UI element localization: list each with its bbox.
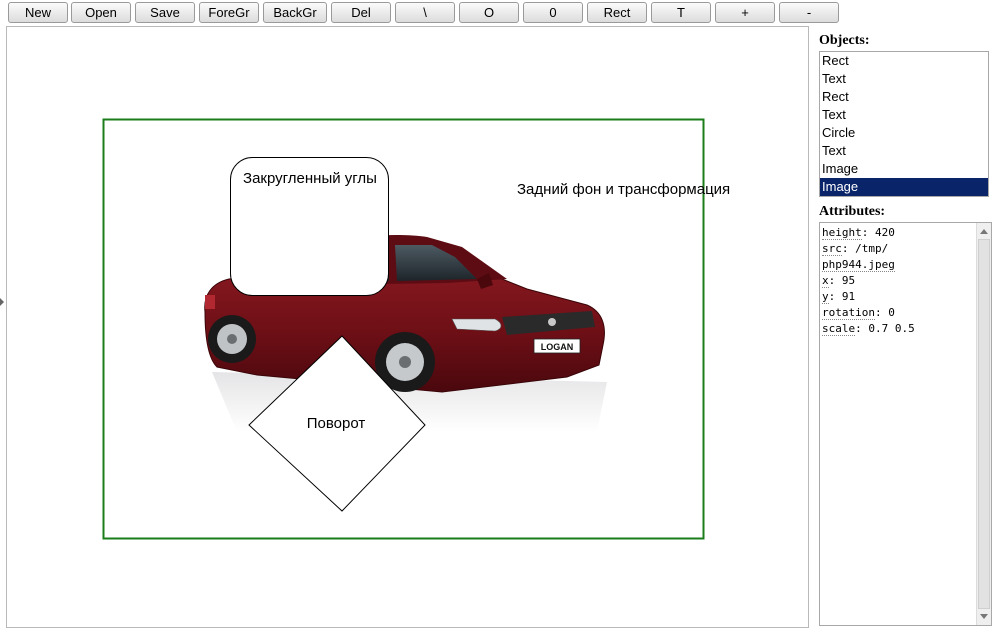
car-plate-text: LOGAN [541, 342, 574, 352]
attribute-line: height: 420 [822, 225, 975, 241]
objects-title: Objects: [819, 33, 870, 48]
objects-list[interactable]: Rect Text Rect Text Circle Text Image Im… [819, 51, 989, 197]
object-item-selected[interactable]: Image [820, 178, 988, 196]
new-button[interactable]: New [8, 2, 68, 23]
attribute-value: : 420 [861, 226, 895, 239]
object-item[interactable]: Circle [820, 124, 988, 142]
open-button[interactable]: Open [71, 2, 131, 23]
attribute-key: x [822, 274, 829, 288]
attribute-value: : 0.7 0.5 [855, 322, 915, 335]
attributes-scrollbar[interactable] [976, 223, 991, 625]
ellipse-tool-button[interactable]: 0 [523, 2, 583, 23]
zoom-in-button[interactable]: + [715, 2, 775, 23]
toolbar: New Open Save ForeGr BackGr Del \ O 0 Re… [0, 0, 1004, 26]
text-tool-button[interactable]: T [651, 2, 711, 23]
background-text[interactable]: Задний фон и трансформация [517, 181, 730, 198]
attribute-line: php944.jpeg [822, 257, 975, 273]
object-item[interactable]: Rect [820, 52, 988, 70]
scroll-up-icon[interactable] [980, 229, 988, 234]
line-tool-button[interactable]: \ [395, 2, 455, 23]
scroll-down-icon[interactable] [980, 614, 988, 619]
attribute-value: : /tmp/ [841, 242, 889, 255]
drawing-canvas[interactable]: LOGAN Закругленный углы Задний фон и тра… [6, 26, 809, 628]
object-item[interactable]: Image [820, 160, 988, 178]
attribute-line: src: /tmp/ [822, 241, 975, 257]
attribute-value: : 91 [828, 290, 856, 303]
object-item[interactable]: Rect [820, 88, 988, 106]
attribute-value: : 95 [828, 274, 856, 287]
attribute-key: y [822, 290, 829, 304]
scroll-thumb[interactable] [978, 239, 990, 609]
attributes-textarea[interactable]: height: 420 src: /tmp/ php944.jpeg x: 95… [819, 222, 992, 626]
object-item[interactable]: Text [820, 142, 988, 160]
attribute-key: height [822, 226, 862, 240]
attribute-key: rotation [822, 306, 875, 320]
attribute-value: : 0 [874, 306, 895, 319]
zoom-out-button[interactable]: - [779, 2, 839, 23]
delete-button[interactable]: Del [331, 2, 391, 23]
object-item[interactable]: Text [820, 70, 988, 88]
attribute-line: y: 91 [822, 289, 975, 305]
attribute-key: php944.jpeg [822, 258, 895, 272]
attribute-line: rotation: 0 [822, 305, 975, 321]
foreground-button[interactable]: ForeGr [199, 2, 259, 23]
attribute-line: scale: 0.7 0.5 [822, 321, 975, 337]
attribute-line: x: 95 [822, 273, 975, 289]
background-button[interactable]: BackGr [263, 2, 327, 23]
object-item[interactable]: Text [820, 106, 988, 124]
canvas-svg: LOGAN Закругленный углы Задний фон и тра… [102, 118, 730, 540]
attribute-key: src [822, 242, 842, 256]
rounded-rect-text[interactable]: Закругленный углы [243, 170, 377, 187]
attributes-title: Attributes: [819, 204, 886, 219]
attribute-key: scale [822, 322, 856, 336]
splitter-handle[interactable] [0, 298, 4, 306]
rotated-rect-text[interactable]: Поворот [307, 415, 366, 432]
rect-tool-button[interactable]: Rect [587, 2, 647, 23]
circle-tool-button[interactable]: O [459, 2, 519, 23]
save-button[interactable]: Save [135, 2, 195, 23]
